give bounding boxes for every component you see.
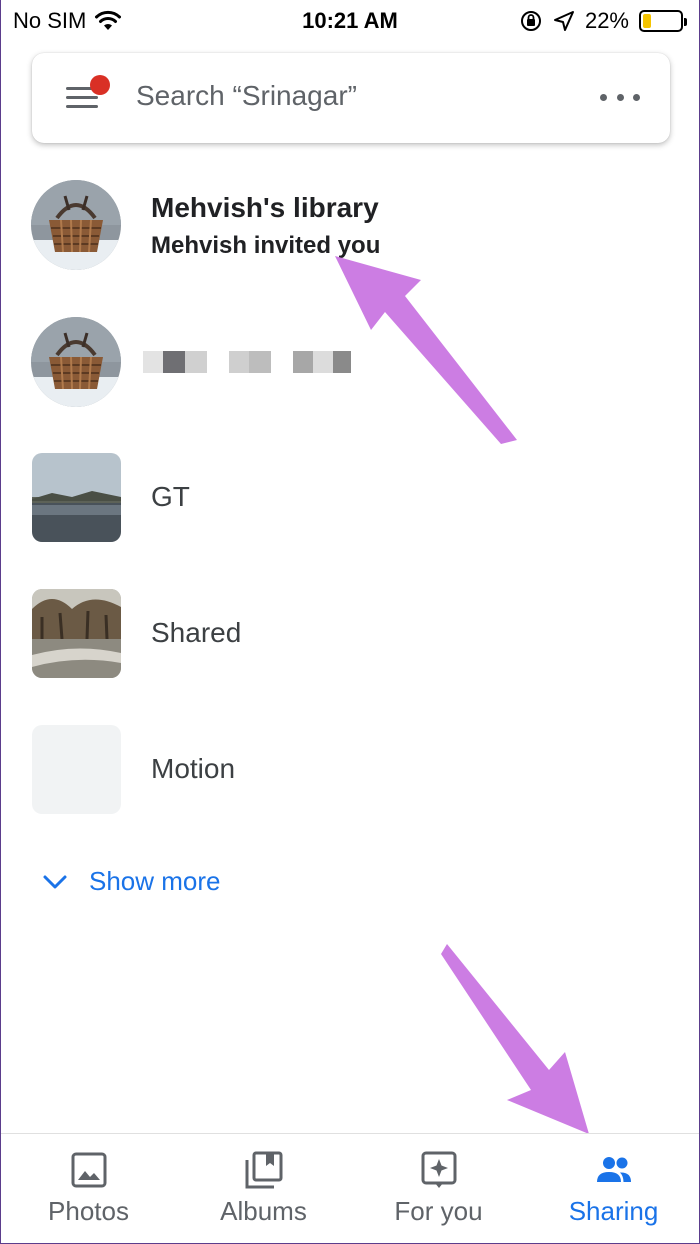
bottom-navigation: Photos Albums For you Sharing	[1, 1133, 699, 1243]
album-thumbnail-empty	[32, 725, 121, 814]
sharing-icon	[596, 1157, 631, 1182]
tab-albums[interactable]: Albums	[176, 1134, 351, 1243]
library-title: Mehvish's library	[151, 192, 379, 223]
tab-label: Albums	[220, 1196, 307, 1226]
hamburger-line	[66, 105, 98, 108]
annotation-arrow-icon	[335, 256, 517, 444]
tab-label: For you	[394, 1196, 483, 1226]
album-thumbnail	[32, 453, 121, 542]
battery-fill	[643, 14, 651, 28]
park-photo	[32, 589, 121, 678]
list-item-album-shared[interactable]: Shared	[1, 589, 699, 689]
for-you-icon	[421, 1151, 456, 1188]
annotation-arrow-icon	[441, 944, 589, 1134]
basket-photo	[31, 317, 121, 407]
avatar	[31, 180, 121, 270]
chevron-down-icon	[43, 875, 67, 888]
lake-photo	[32, 453, 121, 542]
basket-photo	[31, 180, 121, 270]
list-item-album-motion[interactable]: Motion	[1, 725, 699, 825]
albums-icon	[245, 1151, 282, 1189]
tab-for-you[interactable]: For you	[351, 1134, 526, 1243]
search-input[interactable]: Search “Srinagar”	[136, 80, 357, 112]
status-right: 22%	[519, 8, 687, 34]
tab-label: Sharing	[568, 1196, 659, 1226]
screen: No SIM 10:21 AM 22% Search “Srinagar” Me…	[0, 0, 700, 1244]
show-more-label: Show more	[89, 866, 221, 896]
show-more-button[interactable]: Show more	[41, 866, 221, 897]
photo-icon	[71, 1152, 106, 1188]
location-icon	[553, 11, 574, 31]
album-title: Shared	[151, 617, 242, 648]
battery-icon	[639, 10, 687, 32]
more-options-button[interactable]	[600, 87, 640, 107]
list-item-album-gt[interactable]: GT	[1, 453, 699, 553]
search-bar[interactable]: Search “Srinagar”	[32, 53, 670, 143]
album-title: Motion	[151, 753, 236, 784]
album-thumbnail	[32, 589, 121, 678]
album-title: GT	[151, 481, 190, 512]
orientation-lock-icon	[520, 11, 541, 31]
tab-photos[interactable]: Photos	[1, 1134, 176, 1243]
dot	[633, 93, 640, 101]
battery-percent: 22%	[584, 8, 629, 33]
status-bar: No SIM 10:21 AM 22%	[1, 0, 699, 40]
hamburger-line	[66, 96, 98, 99]
tab-sharing[interactable]: Sharing	[526, 1134, 699, 1243]
tab-label: Photos	[48, 1196, 129, 1226]
dot	[600, 93, 607, 101]
notification-dot	[90, 75, 110, 95]
dot	[616, 93, 624, 101]
avatar	[31, 317, 121, 407]
